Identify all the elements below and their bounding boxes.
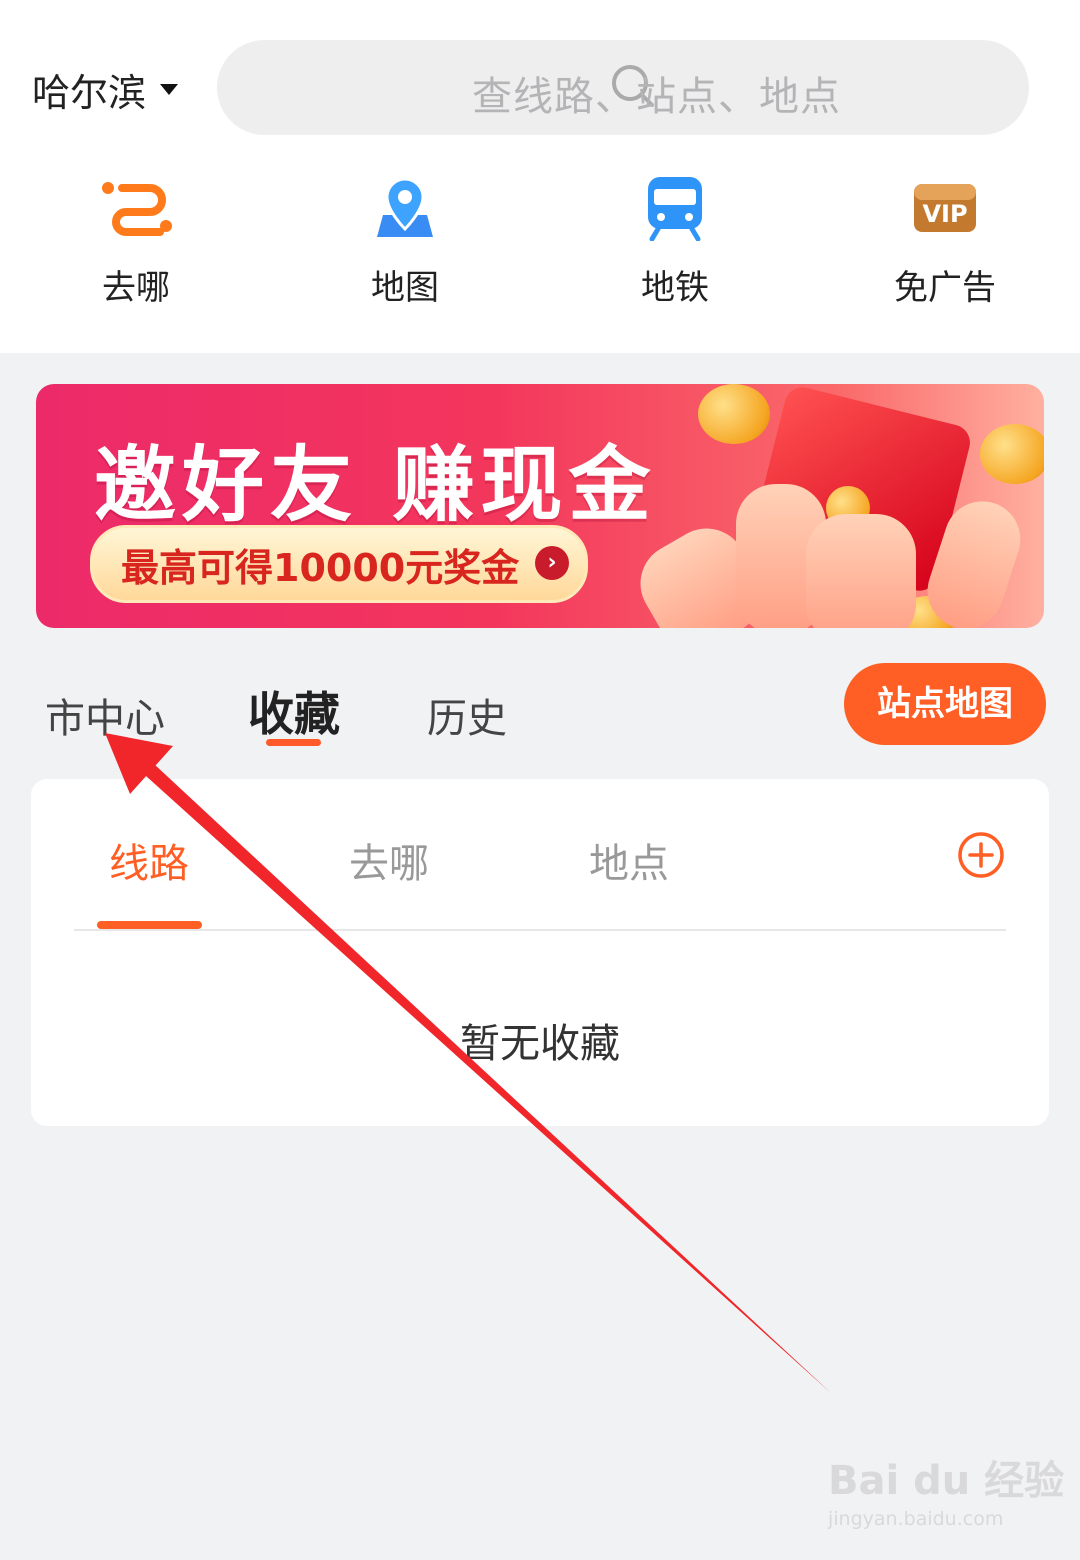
route-icon — [102, 182, 172, 236]
tab-favorites[interactable]: 收藏 — [248, 678, 340, 744]
divider — [74, 929, 1006, 931]
city-name: 哈尔滨 — [32, 71, 147, 115]
map-pin-icon — [377, 177, 433, 237]
favorites-card: 线路 去哪 地点 暂无收藏 — [31, 779, 1049, 1126]
subway-icon — [648, 177, 702, 241]
quick-action-label: 去哪 — [102, 268, 170, 308]
baidu-watermark: Bai du 经验 jingyan.baidu.com — [828, 1448, 1064, 1530]
banner-title: 邀好友 赚现金 — [94, 438, 657, 533]
quick-action-no-ads[interactable]: VIP 免广告 — [845, 170, 1045, 309]
watermark-url: jingyan.baidu.com — [828, 1508, 1004, 1530]
quick-action-route[interactable]: 去哪 — [36, 170, 236, 309]
quick-action-map[interactable]: 地图 — [305, 170, 505, 309]
quick-action-subway[interactable]: 地铁 — [575, 170, 775, 309]
svg-text:VIP: VIP — [922, 200, 967, 228]
quick-action-label: 免广告 — [894, 268, 996, 308]
watermark-brand: Bai du 经验 — [828, 1458, 1065, 1504]
city-selector[interactable]: 哈尔滨 — [32, 62, 179, 117]
chevron-right-icon: › — [535, 546, 569, 580]
caret-down-icon — [160, 84, 179, 95]
subtab-places[interactable]: 地点 — [589, 831, 669, 889]
hand-decoration — [806, 514, 916, 628]
invite-banner[interactable]: 邀好友 赚现金 最高可得10000元奖金 › — [36, 384, 1044, 628]
subtab-routes[interactable]: 线路 — [109, 831, 189, 889]
quick-action-label: 地图 — [371, 268, 439, 308]
subtab-destinations[interactable]: 去哪 — [349, 831, 429, 889]
add-circle-icon[interactable] — [957, 831, 1005, 879]
vip-icon: VIP — [914, 184, 976, 232]
banner-reward-pill[interactable]: 最高可得10000元奖金 › — [90, 525, 588, 603]
tab-history[interactable]: 历史 — [427, 686, 507, 744]
top-panel: 哈尔滨 查线路、站点、地点 去哪 地图 地铁 VIP 免广告 — [0, 0, 1080, 353]
search-placeholder: 查线路、站点、地点 — [472, 74, 841, 120]
tab-city-center[interactable]: 市中心 — [45, 686, 165, 744]
empty-state-text: 暂无收藏 — [460, 1021, 620, 1067]
active-tab-indicator — [266, 739, 321, 746]
active-subtab-indicator — [97, 921, 202, 929]
banner-subtitle: 最高可得10000元奖金 — [121, 545, 520, 590]
quick-action-label: 地铁 — [641, 268, 709, 308]
coin-decoration — [698, 384, 770, 444]
station-map-button[interactable]: 站点地图 — [844, 663, 1046, 745]
coin-decoration — [980, 424, 1044, 484]
